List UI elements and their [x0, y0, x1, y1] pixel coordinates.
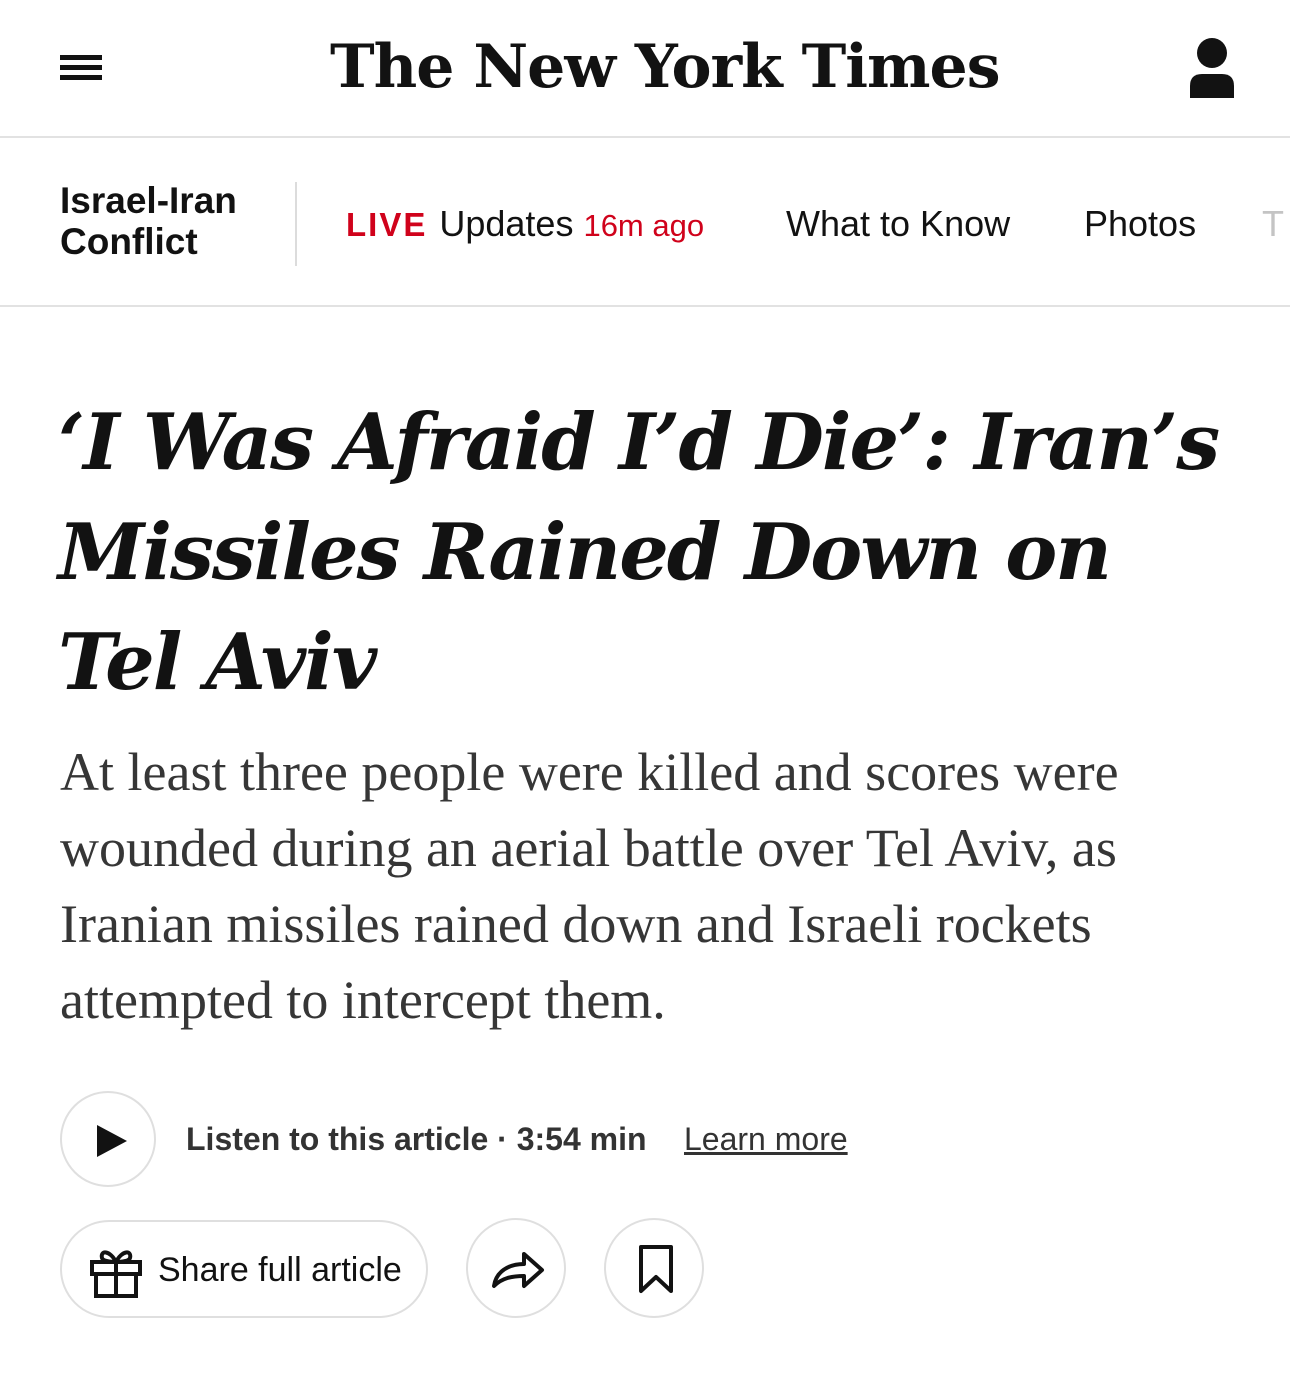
gift-icon — [90, 1250, 142, 1298]
hamburger-menu-icon[interactable] — [60, 52, 102, 82]
live-label: Updates — [439, 203, 574, 244]
section-title[interactable]: Israel-Iran Conflict — [60, 180, 280, 262]
nav-overflow-item[interactable]: T — [1262, 202, 1284, 246]
share-full-article-button[interactable]: Share full article — [60, 1220, 428, 1318]
share-full-article-label: Share full article — [158, 1251, 402, 1289]
share-arrow-icon — [492, 1252, 544, 1288]
play-audio-button[interactable] — [60, 1091, 156, 1187]
play-icon — [97, 1125, 127, 1157]
nav-live-updates[interactable]: LIVE Updates 16m ago — [346, 202, 704, 248]
nav-photos[interactable]: Photos — [1084, 202, 1196, 246]
listen-duration-text: Listen to this article · 3:54 min — [186, 1121, 647, 1157]
masthead: The New York Times — [0, 0, 1290, 138]
article-headline: ‘I Was Afraid I’d Die’: Iran’s Missiles … — [58, 397, 1220, 708]
live-timestamp: 16m ago — [583, 208, 705, 243]
person-account-icon[interactable] — [1186, 36, 1238, 100]
nav-what-to-know[interactable]: What to Know — [786, 202, 1010, 246]
section-nav: Israel-Iran Conflict LIVE Updates 16m ago … — [0, 140, 1290, 307]
learn-more-link[interactable]: Learn more — [684, 1118, 848, 1160]
nav-divider — [295, 182, 297, 266]
bookmark-icon — [639, 1245, 673, 1293]
save-bookmark-button[interactable] — [604, 1218, 704, 1318]
article-summary: At least three people were killed and sc… — [60, 742, 1119, 1030]
live-tag: LIVE — [346, 206, 428, 243]
share-button[interactable] — [466, 1218, 566, 1318]
nyt-logo[interactable]: The New York Times — [330, 22, 1000, 112]
